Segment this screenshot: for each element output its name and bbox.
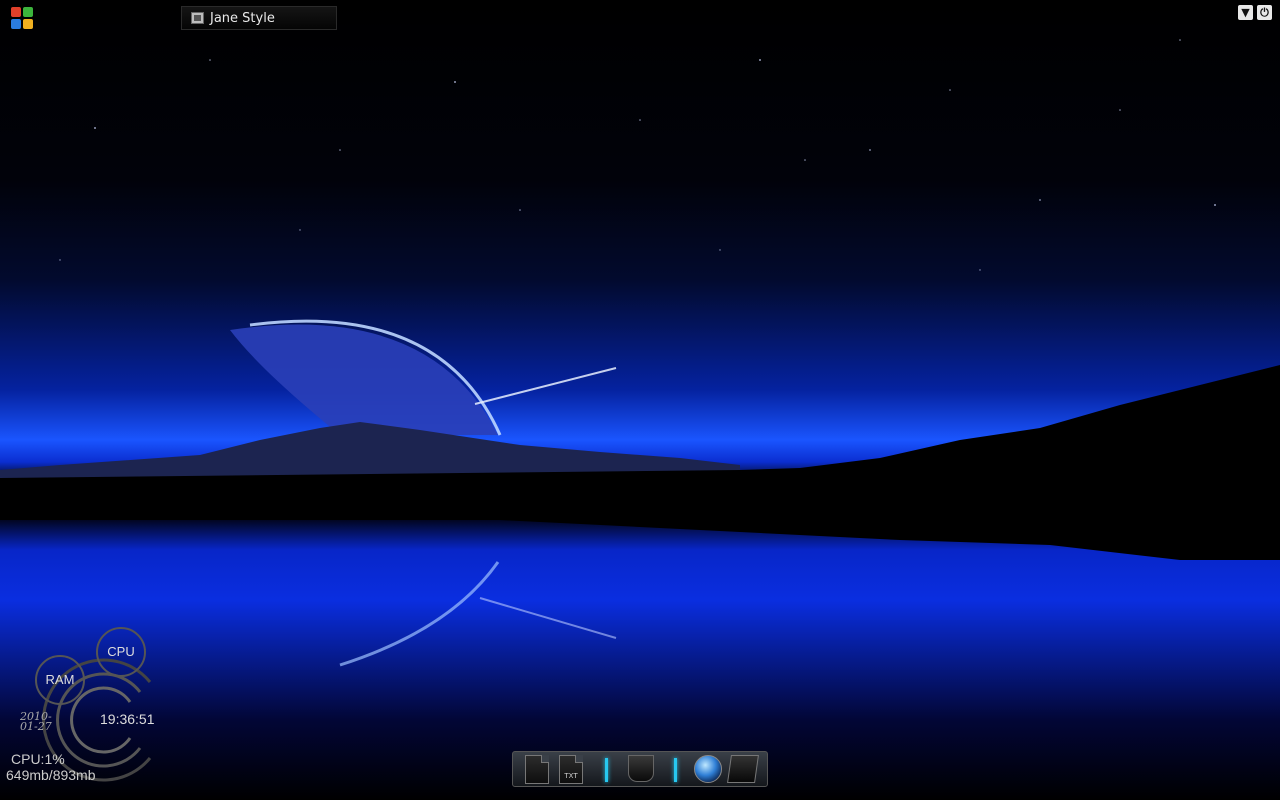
drive-icon — [727, 755, 759, 783]
cpu-label: CPU — [107, 644, 135, 659]
system-monitor-gadget[interactable]: CPU RAM 2010-01-27 19:36:51 CPU:1% 649mb… — [0, 620, 200, 800]
start-square-blue — [11, 19, 21, 29]
txt-file-icon: TXT — [559, 755, 583, 784]
gadget-time: 19:36:51 — [100, 711, 155, 727]
start-square-red — [11, 7, 21, 17]
ram-label: RAM — [45, 672, 75, 687]
dock: TXT — [512, 751, 768, 787]
dock-item-browser[interactable] — [694, 755, 722, 783]
dock-item-document[interactable] — [525, 755, 549, 784]
planet — [230, 324, 498, 435]
start-button[interactable] — [11, 7, 33, 29]
ram-ring: RAM — [35, 655, 85, 705]
start-square-green — [23, 7, 33, 17]
dock-item-trash[interactable] — [628, 755, 654, 782]
comet — [474, 367, 617, 405]
taskbar-item-jane-style[interactable]: Jane Style — [181, 6, 337, 30]
window-icon — [191, 12, 204, 24]
system-tray: ▼ ⏻ — [1238, 5, 1272, 20]
power-icon[interactable]: ⏻ — [1257, 5, 1272, 20]
download-icon[interactable]: ▼ — [1238, 5, 1253, 20]
dock-item-txt[interactable]: TXT — [559, 755, 583, 784]
memory-usage-readout: 649mb/893mb — [6, 767, 96, 783]
gadget-date: 2010-01-27 — [20, 710, 52, 733]
trash-icon — [628, 755, 654, 782]
dock-item-drive[interactable] — [727, 755, 759, 783]
start-square-yellow — [23, 19, 33, 29]
dock-separator — [674, 758, 677, 782]
globe-icon — [694, 755, 722, 783]
txt-label: TXT — [564, 772, 578, 780]
cpu-ring: CPU — [96, 627, 146, 677]
taskbar-item-label: Jane Style — [210, 10, 275, 26]
cpu-usage-readout: CPU:1% — [11, 751, 65, 767]
document-icon — [525, 755, 549, 784]
dock-separator — [605, 758, 608, 782]
stars — [59, 39, 1216, 271]
